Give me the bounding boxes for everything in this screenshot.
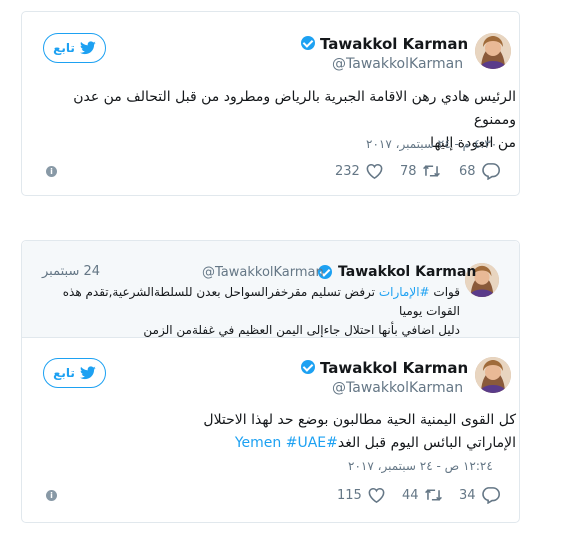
reply-count: 34 — [459, 487, 476, 503]
like-count: 232 — [335, 163, 360, 179]
tweet-card: Tawakkol Karman @TawakkolKarman تابع الر… — [21, 11, 520, 196]
quoted-author-handle[interactable]: @TawakkolKarman — [202, 265, 324, 280]
hashtag-link[interactable]: #الإمارات — [379, 285, 430, 299]
quoted-text-line: دليل اضافي بأنها احتلال جاءإلى اليمن الع… — [143, 323, 460, 337]
reply-action[interactable]: 68 — [459, 162, 500, 180]
like-action[interactable]: 232 — [335, 162, 384, 180]
twitter-bird-icon — [80, 366, 96, 380]
verified-badge-icon — [301, 36, 315, 50]
tweet-text-line: الرئيس هادي رهن الاقامة الجبرية بالرياض … — [73, 89, 516, 128]
reply-icon — [481, 486, 500, 504]
tweet-timestamp[interactable]: ٤:٣٠ م - ٢٤ سبتمبر، ٢٠١٧ — [366, 137, 497, 151]
like-action[interactable]: 115 — [337, 486, 386, 504]
reply-count: 68 — [459, 163, 476, 179]
quoted-author-name[interactable]: Tawakkol Karman — [338, 264, 476, 280]
quoted-tweet[interactable]: Tawakkol Karman @TawakkolKarman 24 سبتمب… — [22, 241, 519, 338]
like-count: 115 — [337, 487, 362, 503]
tweet-text: كل القوى اليمنية الحية مطالبون بوضع حد ل… — [36, 409, 516, 455]
retweet-action[interactable]: 78 — [400, 162, 441, 180]
quoted-text: قوات #الإمارات ترفض تسليم مقرخفرالسواحل … — [36, 283, 460, 340]
hashtag-link[interactable]: #UAE — [286, 435, 326, 451]
author-handle[interactable]: @TawakkolKarman — [332, 56, 463, 72]
quoted-date[interactable]: 24 سبتمبر — [42, 264, 100, 279]
author-handle[interactable]: @TawakkolKarman — [332, 380, 463, 396]
retweet-action[interactable]: 44 — [402, 486, 443, 504]
tweet-text-line: كل القوى اليمنية الحية مطالبون بوضع حد ل… — [203, 412, 516, 428]
heart-icon — [367, 486, 386, 504]
info-icon[interactable]: i — [46, 166, 57, 177]
reply-action[interactable]: 34 — [459, 486, 500, 504]
follow-button[interactable]: تابع — [43, 358, 106, 388]
twitter-bird-icon — [80, 41, 96, 55]
author-name[interactable]: Tawakkol Karman — [320, 359, 468, 377]
verified-badge-icon — [301, 360, 315, 374]
reply-icon — [481, 162, 500, 180]
heart-icon — [365, 162, 384, 180]
follow-label: تابع — [53, 41, 75, 55]
author-name[interactable]: Tawakkol Karman — [320, 35, 468, 53]
tweet-text-line: الإماراتي البائس اليوم قبل الغد — [337, 435, 516, 451]
info-icon[interactable]: i — [46, 490, 57, 501]
retweet-icon — [422, 162, 441, 180]
tweet-timestamp[interactable]: ١٢:٢٤ ص - ٢٤ سبتمبر، ٢٠١٧ — [348, 459, 493, 473]
follow-label: تابع — [53, 366, 75, 380]
quoted-text-word: قوات — [433, 285, 460, 299]
retweet-count: 44 — [402, 487, 419, 503]
tweet-card: Tawakkol Karman @TawakkolKarman 24 سبتمب… — [21, 240, 520, 523]
avatar[interactable] — [475, 357, 511, 393]
retweet-count: 78 — [400, 163, 417, 179]
avatar[interactable] — [475, 33, 511, 69]
follow-button[interactable]: تابع — [43, 33, 106, 63]
retweet-icon — [424, 486, 443, 504]
